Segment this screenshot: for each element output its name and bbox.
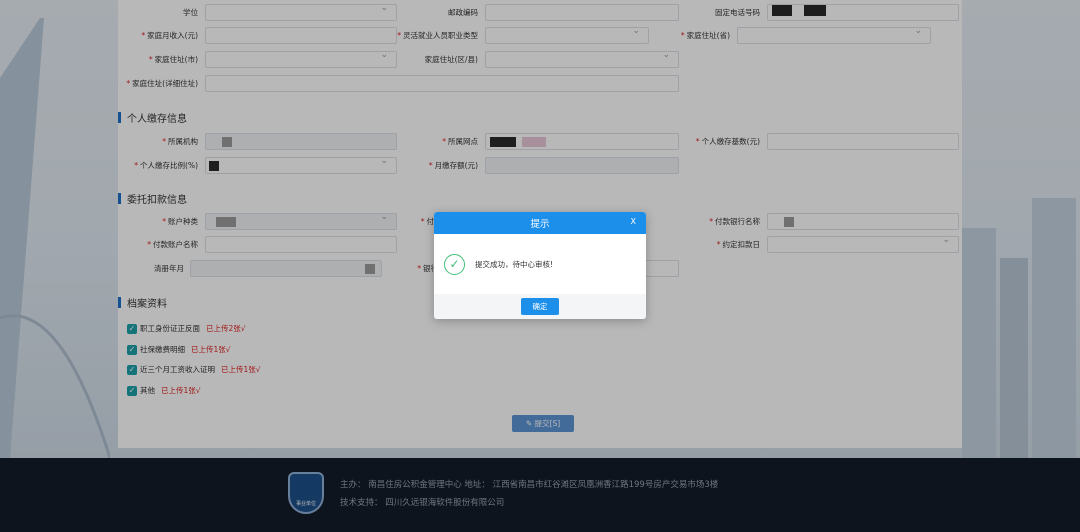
dialog-footer: 确定 bbox=[434, 294, 646, 319]
success-check-icon: ✓ bbox=[444, 253, 465, 275]
dialog-header: 提示 X bbox=[434, 212, 646, 234]
dialog-title: 提示 bbox=[530, 219, 550, 230]
dialog-body: ✓ 提交成功，待中心审核! bbox=[434, 234, 646, 294]
close-icon[interactable]: X bbox=[631, 212, 636, 232]
success-dialog: 提示 X ✓ 提交成功，待中心审核! 确定 bbox=[434, 212, 646, 319]
dialog-message: 提交成功，待中心审核! bbox=[475, 259, 554, 269]
ok-button[interactable]: 确定 bbox=[521, 298, 559, 315]
